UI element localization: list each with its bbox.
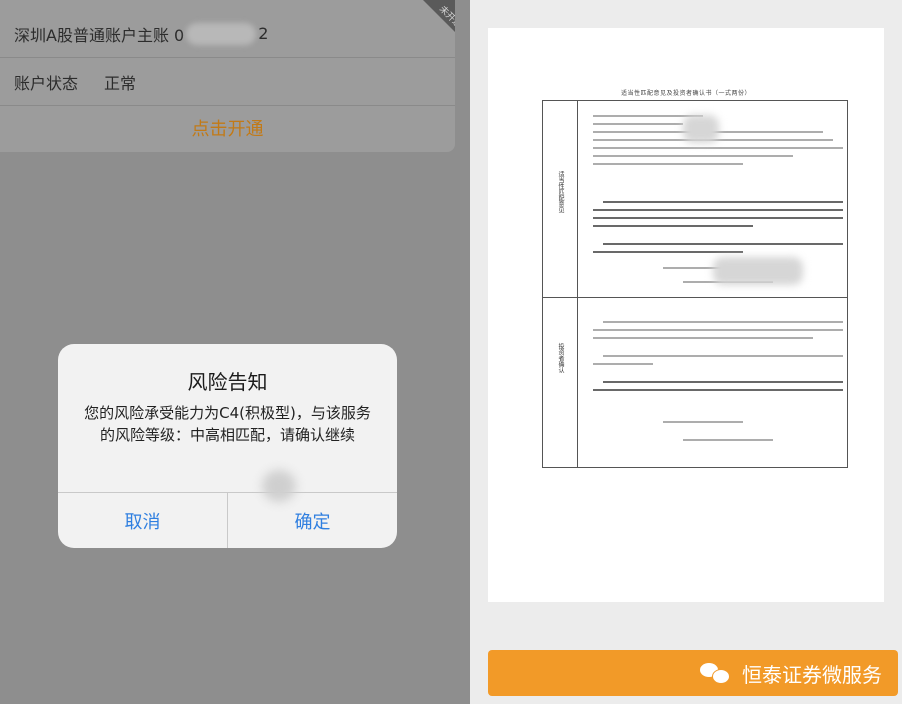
table-row-divider [543, 297, 847, 298]
dialog-title: 风险告知 [187, 370, 268, 394]
confirm-button[interactable]: 确定 [228, 493, 397, 548]
redaction-blur [713, 257, 803, 285]
table-column-divider [577, 101, 578, 467]
phone-screen: 深圳A股普通账户主账 0 2 未开通 账户状态 正常 点击开通 风险告知 您的风… [0, 0, 470, 704]
text-line [593, 123, 683, 125]
document-viewer: 适当性匹配意见及投资者确认书（一式两份） 适当性匹配意见 投资者确认 恒泰证券微… [470, 0, 902, 704]
text-line [593, 389, 843, 391]
text-line [593, 329, 843, 331]
section-label-confirmation: 投资者确认 [557, 343, 564, 373]
account-label: 深圳A股普通账户主账 0 [14, 25, 185, 45]
status-row: 账户状态 正常 [0, 58, 455, 106]
document-title: 适当性匹配意见及投资者确认书（一式两份） [620, 90, 751, 97]
text-line [683, 439, 773, 441]
text-line [593, 147, 843, 149]
dialog-message: 您的风险承受能力为C4(积极型)，与该服务的风险等级：中高相匹配，请确认继续 [84, 404, 371, 444]
text-line [593, 217, 843, 219]
section-label-suitability: 适当性匹配意见 [557, 171, 564, 213]
open-account-button[interactable]: 点击开通 [0, 104, 455, 152]
text-line [593, 209, 843, 211]
account-card: 深圳A股普通账户主账 0 2 未开通 账户状态 正常 点击开通 [0, 0, 455, 152]
masked-account-number [186, 22, 257, 45]
text-line [593, 155, 793, 157]
text-line [603, 201, 843, 203]
text-line [593, 225, 753, 227]
text-line [663, 421, 743, 423]
text-line [593, 163, 743, 165]
risk-notice-dialog: 风险告知 您的风险承受能力为C4(积极型)，与该服务的风险等级：中高相匹配，请确… [58, 344, 397, 548]
account-suffix: 2 [258, 24, 269, 43]
text-line [603, 321, 843, 323]
text-line [603, 355, 843, 357]
wechat-bubble-small [712, 669, 730, 684]
status-value: 正常 [104, 73, 137, 93]
text-line [593, 337, 813, 339]
status-label: 账户状态 [14, 73, 79, 93]
service-label: 恒泰证券微服务 [742, 662, 882, 687]
text-line [593, 363, 653, 365]
document-table: 适当性匹配意见 投资者确认 [542, 100, 848, 468]
redaction-blur [683, 115, 719, 143]
document-page[interactable]: 适当性匹配意见及投资者确认书（一式两份） 适当性匹配意见 投资者确认 [488, 28, 884, 602]
cancel-button[interactable]: 取消 [58, 493, 227, 548]
text-line [603, 381, 843, 383]
text-line [603, 243, 843, 245]
wechat-service-bar[interactable]: 恒泰证券微服务 [488, 650, 898, 696]
text-line [593, 251, 743, 253]
wechat-icon [700, 661, 730, 685]
account-row: 深圳A股普通账户主账 0 2 [0, 10, 455, 58]
redaction-smudge [262, 470, 296, 502]
